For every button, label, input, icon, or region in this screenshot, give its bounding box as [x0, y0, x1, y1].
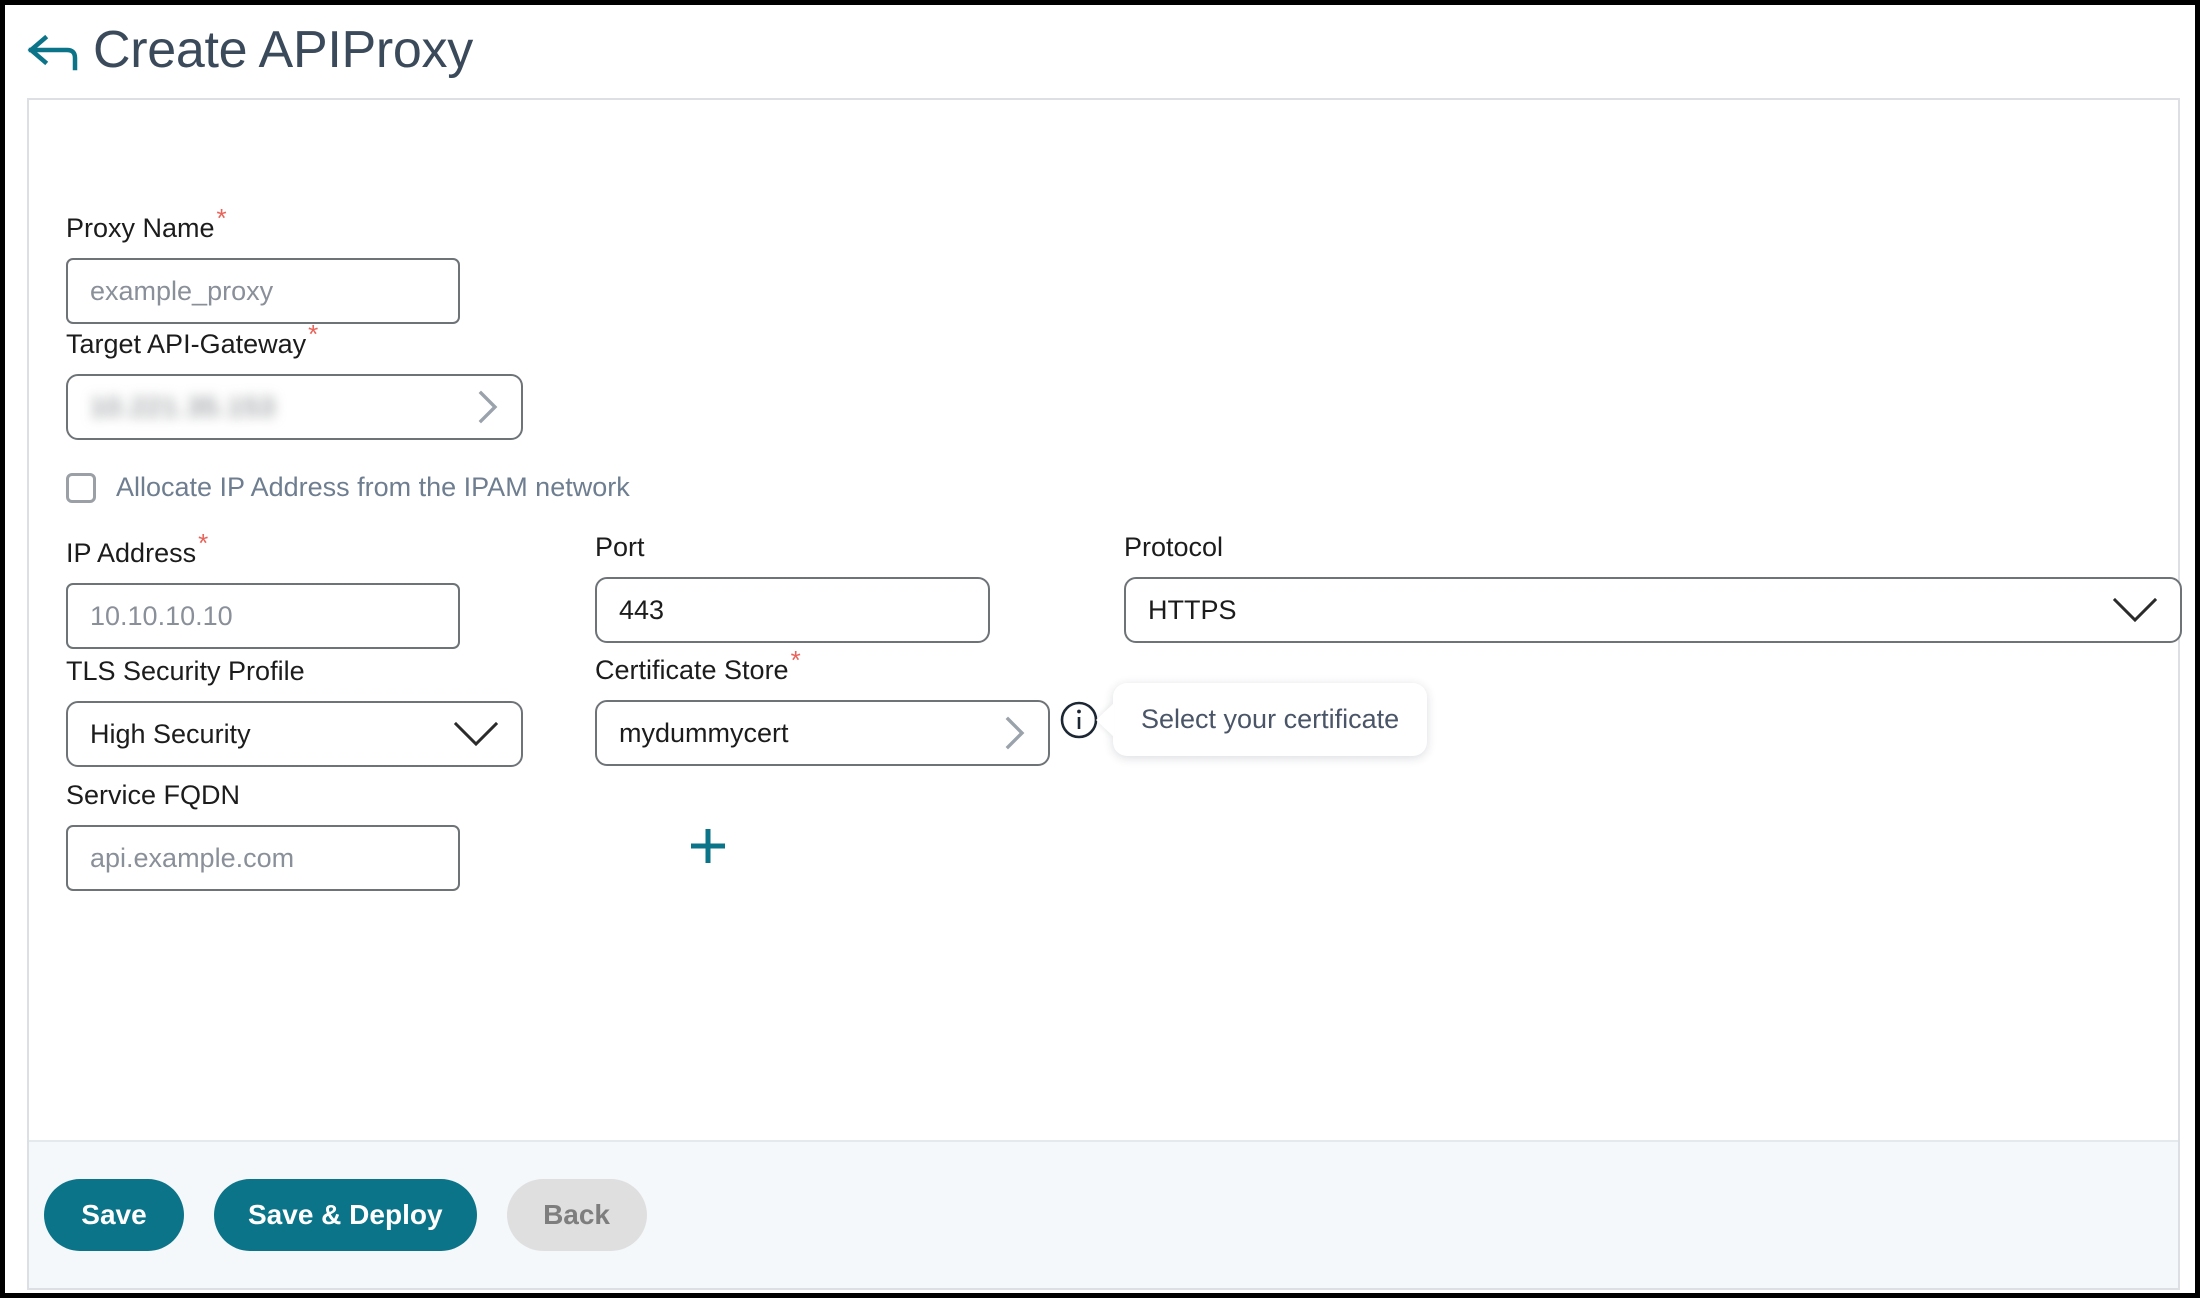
- back-arrow-icon[interactable]: [25, 28, 81, 72]
- tls-profile-value: High Security: [90, 718, 251, 749]
- proxy-name-input[interactable]: example_proxy: [66, 258, 460, 324]
- proxy-name-placeholder: example_proxy: [90, 275, 274, 306]
- field-tls-security-profile: TLS Security Profile High Security: [66, 658, 523, 767]
- info-icon[interactable]: [1059, 700, 1099, 740]
- form-footer: Save Save & Deploy Back: [29, 1140, 2178, 1288]
- protocol-label: Protocol: [1124, 532, 1224, 562]
- required-asterisk: *: [216, 203, 227, 233]
- port-input[interactable]: 443: [595, 577, 990, 643]
- certificate-store-selector[interactable]: mydummycert: [595, 700, 1050, 766]
- target-gateway-selector[interactable]: 10.221.35.153: [66, 374, 523, 440]
- field-certificate-store: Certificate Store* mydummycert: [595, 645, 1050, 766]
- field-proxy-name: Proxy Name* example_proxy: [66, 203, 460, 324]
- protocol-dropdown[interactable]: HTTPS: [1124, 577, 2182, 643]
- field-service-fqdn: Service FQDN api.example.com: [66, 782, 460, 891]
- required-asterisk: *: [308, 319, 319, 349]
- page-header: Create APIProxy: [5, 5, 2195, 95]
- ip-address-input[interactable]: 10.10.10.10: [66, 583, 460, 649]
- save-button[interactable]: Save: [44, 1179, 184, 1251]
- certificate-store-value: mydummycert: [619, 717, 789, 748]
- certificate-tooltip-text: Select your certificate: [1141, 704, 1400, 734]
- app-window: Create APIProxy Proxy Name* example_prox…: [0, 0, 2200, 1298]
- protocol-value: HTTPS: [1148, 594, 1237, 625]
- chevron-down-icon: [453, 721, 499, 747]
- service-fqdn-placeholder: api.example.com: [90, 842, 295, 873]
- save-and-deploy-button[interactable]: Save & Deploy: [214, 1179, 477, 1251]
- field-protocol: Protocol HTTPS: [1124, 534, 2182, 643]
- ip-address-label: IP Address*: [66, 528, 209, 568]
- proxy-name-label: Proxy Name*: [66, 203, 227, 243]
- allocate-ipam-checkbox[interactable]: [66, 472, 96, 503]
- chevron-down-icon: [2112, 597, 2158, 623]
- certificate-help: Select your certificate: [1059, 683, 1428, 756]
- field-target-api-gateway: Target API-Gateway* 10.221.35.153: [66, 319, 523, 440]
- tls-profile-dropdown[interactable]: High Security: [66, 701, 523, 767]
- allocate-ipam-label: Allocate IP Address from the IPAM networ…: [116, 472, 630, 502]
- create-apiproxy-card: Proxy Name* example_proxy Target API-Gat…: [27, 98, 2182, 1290]
- field-ipam-checkbox[interactable]: Allocate IP Address from the IPAM networ…: [66, 472, 630, 503]
- target-gateway-value: 10.221.35.153: [90, 391, 276, 422]
- port-value: 443: [619, 594, 665, 625]
- tls-profile-label: TLS Security Profile: [66, 656, 305, 686]
- certificate-store-label: Certificate Store*: [595, 645, 801, 685]
- target-gateway-label: Target API-Gateway*: [66, 319, 319, 359]
- service-fqdn-label: Service FQDN: [66, 780, 241, 810]
- plus-icon[interactable]: [684, 822, 732, 870]
- chevron-right-icon: [478, 390, 498, 424]
- page-title: Create APIProxy: [93, 21, 473, 79]
- back-button[interactable]: Back: [506, 1179, 647, 1251]
- port-label: Port: [595, 532, 645, 562]
- field-ip-address: IP Address* 10.10.10.10: [66, 528, 460, 649]
- form-body: Proxy Name* example_proxy Target API-Gat…: [29, 100, 2182, 1144]
- required-asterisk: *: [198, 528, 209, 558]
- certificate-tooltip: Select your certificate: [1113, 683, 1428, 756]
- chevron-right-icon: [1005, 716, 1025, 750]
- service-fqdn-input[interactable]: api.example.com: [66, 825, 460, 891]
- required-asterisk: *: [790, 645, 801, 675]
- ip-address-placeholder: 10.10.10.10: [90, 600, 233, 631]
- field-port: Port 443: [595, 534, 990, 643]
